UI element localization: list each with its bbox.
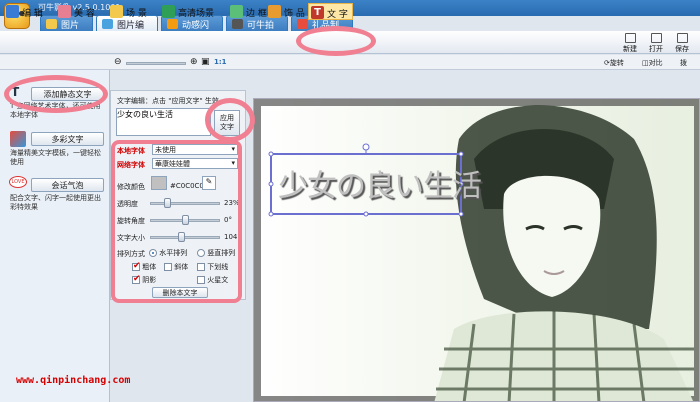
tool-text[interactable]: T文 字 (308, 3, 353, 20)
tool-edit[interactable]: 编 辑 (4, 3, 47, 20)
face-icon (58, 5, 71, 18)
colorful-text-desc: 海量精美文字模板，一键轻松使用 (10, 149, 101, 166)
edit-image-icon (102, 19, 113, 29)
highlight-text-tool (296, 26, 376, 56)
frame-icon (230, 5, 243, 18)
scene-icon (110, 5, 123, 18)
tool-frame[interactable]: 边 框 (228, 3, 271, 20)
save-icon (676, 33, 688, 43)
speech-bubble-desc: 配合文字、闪字一起使用更出彩特效果 (10, 194, 101, 211)
text-input[interactable]: 少女の良い生活 (116, 108, 211, 136)
tool-beauty[interactable]: 美 容 (56, 3, 99, 20)
zoom-in-icon[interactable]: ⊕ (190, 57, 198, 67)
compare-icon: ◫ (642, 59, 649, 67)
gallery-icon (46, 19, 57, 29)
gift-icon (297, 19, 308, 29)
flash-icon (167, 19, 178, 29)
zoom-out-icon[interactable]: ⊖ (114, 57, 122, 67)
zoom-slider[interactable] (126, 62, 186, 65)
decoration-icon (268, 5, 281, 18)
new-icon (624, 33, 636, 43)
fit-icon[interactable]: ▣ (201, 57, 210, 67)
photo-canvas[interactable]: 少女の良い生活 (253, 98, 700, 402)
tool-scene[interactable]: 场 景 (108, 3, 151, 20)
highlight-add-text (4, 75, 108, 113)
tool-hd-scene[interactable]: 高清场景 (160, 3, 218, 20)
rotate-button[interactable]: ⟳旋转 (604, 58, 624, 68)
new-button[interactable]: 新建 (619, 33, 641, 54)
tool-decoration[interactable]: 饰 品 (266, 3, 309, 20)
open-icon (650, 33, 662, 43)
crop-icon (6, 5, 19, 18)
canvas-text-overlay[interactable]: 少女の良い生活 (278, 161, 482, 205)
highlight-apply (205, 98, 255, 142)
hd-scene-icon (162, 5, 175, 18)
photo-image (254, 99, 699, 401)
more-button[interactable]: 拨 (680, 58, 687, 68)
watermark: www.qinpinchang.com (16, 375, 131, 386)
speech-bubble-icon: LOVE (9, 176, 27, 188)
edit-hint: 文字编辑：点击 "应用文字" 生效 (117, 97, 219, 105)
text-icon: T (311, 6, 324, 19)
save-button[interactable]: 保存 (671, 33, 693, 54)
zoom-actual-button[interactable]: 1:1 (214, 58, 227, 66)
speech-bubble-button[interactable]: 会话气泡 (31, 178, 104, 192)
camera-icon (232, 19, 243, 29)
compare-button[interactable]: ◫对比 (642, 58, 663, 68)
colorful-text-button[interactable]: 多彩文字 (31, 132, 104, 146)
zoom-bar (0, 55, 700, 70)
highlight-settings (111, 140, 242, 303)
colorful-text-icon (10, 131, 26, 147)
open-button[interactable]: 打开 (645, 33, 667, 54)
